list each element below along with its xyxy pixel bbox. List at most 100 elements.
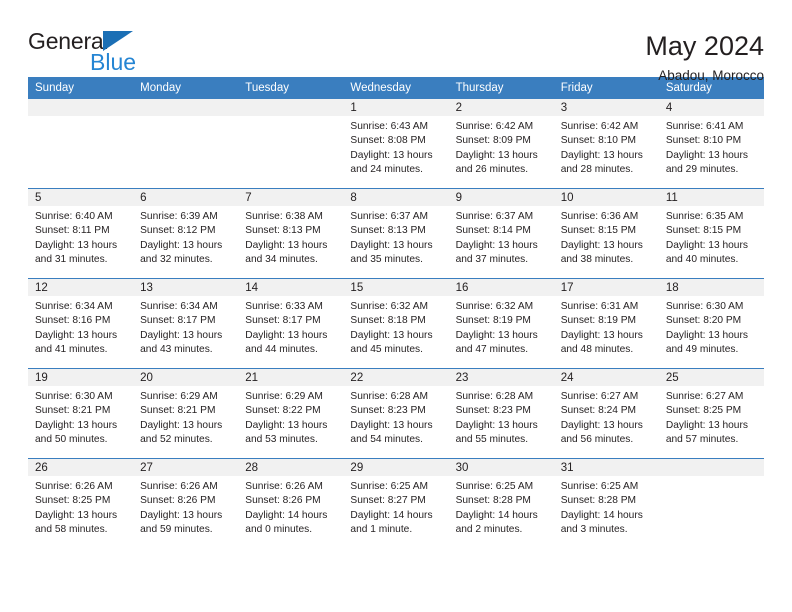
day-number: 29: [343, 459, 449, 476]
calendar-day-cell[interactable]: 29 Sunrise: 6:25 AM Sunset: 8:27 PM Dayligh…: [343, 458, 449, 548]
daylight-text: and 0 minutes.: [245, 524, 313, 536]
day-number: 25: [658, 369, 764, 386]
sunset-text: Sunset: 8:19 PM: [455, 315, 531, 327]
sunset-text: Sunset: 8:25 PM: [35, 495, 111, 507]
daylight-text: and 57 minutes.: [665, 434, 739, 446]
calendar-week-row: 1 Sunrise: 6:43 AM Sunset: 8:08 PM Daylight…: [28, 99, 764, 189]
sunrise-text: Sunrise: 6:29 AM: [140, 391, 218, 402]
daylight-text: Daylight: 13 hours: [665, 329, 748, 341]
weekday-header-monday: Monday: [133, 77, 239, 99]
calendar-day-cell[interactable]: 21 Sunrise: 6:29 AM Sunset: 8:22 PM Dayligh…: [238, 368, 344, 459]
calendar-week-row: 26 Sunrise: 6:26 AM Sunset: 8:25 PM Dayligh…: [28, 458, 764, 548]
calendar-day-cell[interactable]: 18 Sunrise: 6:30 AM Sunset: 8:20 PM Dayligh…: [658, 278, 764, 369]
calendar-day-cell[interactable]: 10 Sunrise: 6:36 AM Sunset: 8:15 PM Dayligh…: [553, 188, 659, 279]
day-number: [28, 99, 134, 116]
daylight-text: Daylight: 13 hours: [245, 419, 328, 431]
calendar-day-cell[interactable]: 11 Sunrise: 6:35 AM Sunset: 8:15 PM Dayligh…: [658, 188, 764, 279]
calendar-day-cell[interactable]: 31 Sunrise: 6:25 AM Sunset: 8:28 PM Dayligh…: [553, 458, 659, 548]
daylight-text: Daylight: 13 hours: [140, 329, 223, 341]
sunrise-text: Sunrise: 6:40 AM: [35, 211, 113, 222]
sunset-text: Sunset: 8:27 PM: [350, 495, 426, 507]
daylight-text: and 58 minutes.: [35, 524, 108, 536]
calendar-day-cell-empty: [28, 99, 134, 189]
sunrise-text: Sunrise: 6:32 AM: [350, 301, 429, 312]
daylight-text: Daylight: 13 hours: [245, 239, 328, 251]
calendar-day-cell[interactable]: 6 Sunrise: 6:39 AM Sunset: 8:12 PM Daylight…: [133, 188, 239, 279]
daylight-text: Daylight: 13 hours: [140, 509, 223, 521]
day-sun-info: Sunrise: 6:32 AM Sunset: 8:19 PM Daylight:…: [449, 296, 554, 358]
calendar-day-cell[interactable]: 3 Sunrise: 6:42 AM Sunset: 8:10 PM Daylight…: [553, 99, 659, 189]
daylight-text: and 41 minutes.: [35, 344, 108, 356]
daylight-text: Daylight: 13 hours: [350, 239, 433, 251]
calendar-day-cell[interactable]: 22 Sunrise: 6:28 AM Sunset: 8:23 PM Dayligh…: [343, 368, 449, 459]
calendar-day-cell[interactable]: 9 Sunrise: 6:37 AM Sunset: 8:14 PM Daylight…: [448, 188, 554, 279]
calendar-day-cell[interactable]: 26 Sunrise: 6:26 AM Sunset: 8:25 PM Dayligh…: [28, 458, 134, 548]
daylight-text: and 32 minutes.: [140, 254, 213, 266]
calendar-day-cell[interactable]: 7 Sunrise: 6:38 AM Sunset: 8:13 PM Daylight…: [238, 188, 344, 279]
daylight-text: Daylight: 13 hours: [560, 329, 643, 341]
sunset-text: Sunset: 8:16 PM: [35, 315, 111, 327]
daylight-text: and 47 minutes.: [455, 344, 529, 356]
day-sun-info: Sunrise: 6:43 AM Sunset: 8:08 PM Daylight:…: [343, 116, 448, 178]
day-sun-info: Sunrise: 6:42 AM Sunset: 8:09 PM Daylight:…: [449, 116, 554, 178]
day-sun-info: Sunrise: 6:25 AM Sunset: 8:28 PM Daylight:…: [554, 476, 659, 538]
calendar-day-cell[interactable]: 27 Sunrise: 6:26 AM Sunset: 8:26 PM Dayligh…: [133, 458, 239, 548]
calendar-day-cell[interactable]: 15 Sunrise: 6:32 AM Sunset: 8:18 PM Dayligh…: [343, 278, 449, 369]
day-number: 2: [448, 99, 554, 116]
day-number: [658, 459, 764, 476]
sunrise-text: Sunrise: 6:36 AM: [560, 211, 639, 222]
calendar-day-cell[interactable]: 20 Sunrise: 6:29 AM Sunset: 8:21 PM Dayligh…: [133, 368, 239, 459]
calendar-day-cell-empty: [133, 99, 239, 189]
calendar-body: 1 Sunrise: 6:43 AM Sunset: 8:08 PM Daylight…: [28, 99, 764, 548]
calendar-day-cell[interactable]: 16 Sunrise: 6:32 AM Sunset: 8:19 PM Dayligh…: [448, 278, 554, 369]
calendar-day-cell[interactable]: 25 Sunrise: 6:27 AM Sunset: 8:25 PM Dayligh…: [658, 368, 764, 459]
calendar-day-cell[interactable]: 28 Sunrise: 6:26 AM Sunset: 8:26 PM Dayligh…: [238, 458, 344, 548]
sunset-text: Sunset: 8:19 PM: [560, 315, 637, 327]
sunrise-text: Sunrise: 6:37 AM: [455, 211, 534, 222]
daylight-text: and 50 minutes.: [35, 434, 108, 446]
daylight-text: and 44 minutes.: [245, 344, 318, 356]
daylight-text: and 34 minutes.: [245, 254, 318, 266]
logo-text-blue: Blue: [90, 49, 137, 75]
day-number: 28: [238, 459, 344, 476]
daylight-text: Daylight: 13 hours: [560, 149, 643, 161]
daylight-text: Daylight: 13 hours: [35, 329, 118, 341]
sunrise-text: Sunrise: 6:34 AM: [35, 301, 113, 312]
daylight-text: and 55 minutes.: [455, 434, 529, 446]
calendar-day-cell[interactable]: 2 Sunrise: 6:42 AM Sunset: 8:09 PM Daylight…: [448, 99, 554, 189]
calendar-day-cell[interactable]: 23 Sunrise: 6:28 AM Sunset: 8:23 PM Dayligh…: [448, 368, 554, 459]
calendar-day-cell[interactable]: 14 Sunrise: 6:33 AM Sunset: 8:17 PM Dayligh…: [238, 278, 344, 369]
daylight-text: Daylight: 13 hours: [455, 329, 538, 341]
calendar-day-cell[interactable]: 17 Sunrise: 6:31 AM Sunset: 8:19 PM Dayligh…: [553, 278, 659, 369]
sunrise-text: Sunrise: 6:34 AM: [140, 301, 218, 312]
sunset-text: Sunset: 8:20 PM: [665, 315, 742, 327]
daylight-text: and 43 minutes.: [140, 344, 213, 356]
calendar-day-cell[interactable]: 4 Sunrise: 6:41 AM Sunset: 8:10 PM Daylight…: [658, 99, 764, 189]
calendar-day-cell[interactable]: 8 Sunrise: 6:37 AM Sunset: 8:13 PM Daylight…: [343, 188, 449, 279]
sunrise-text: Sunrise: 6:26 AM: [245, 481, 323, 492]
sunset-text: Sunset: 8:13 PM: [245, 225, 321, 237]
sunset-text: Sunset: 8:08 PM: [350, 135, 426, 147]
day-sun-info: Sunrise: 6:34 AM Sunset: 8:16 PM Daylight:…: [28, 296, 133, 358]
calendar-day-cell[interactable]: 24 Sunrise: 6:27 AM Sunset: 8:24 PM Dayligh…: [553, 368, 659, 459]
calendar-day-cell[interactable]: 5 Sunrise: 6:40 AM Sunset: 8:11 PM Daylight…: [28, 188, 134, 279]
sunrise-text: Sunrise: 6:29 AM: [245, 391, 323, 402]
daylight-text: and 52 minutes.: [140, 434, 213, 446]
day-sun-info: Sunrise: 6:30 AM Sunset: 8:20 PM Daylight:…: [659, 296, 764, 358]
sunrise-text: Sunrise: 6:42 AM: [455, 121, 534, 132]
calendar-day-cell[interactable]: 19 Sunrise: 6:30 AM Sunset: 8:21 PM Dayligh…: [28, 368, 134, 459]
daylight-text: and 28 minutes.: [560, 164, 634, 176]
sunrise-text: Sunrise: 6:28 AM: [350, 391, 429, 402]
sunrise-text: Sunrise: 6:25 AM: [560, 481, 639, 492]
day-sun-info: Sunrise: 6:26 AM Sunset: 8:26 PM Daylight:…: [133, 476, 238, 538]
calendar-day-cell[interactable]: 1 Sunrise: 6:43 AM Sunset: 8:08 PM Daylight…: [343, 99, 449, 189]
sunset-text: Sunset: 8:13 PM: [350, 225, 426, 237]
day-number: 11: [658, 189, 764, 206]
calendar-week-row: 5 Sunrise: 6:40 AM Sunset: 8:11 PM Daylight…: [28, 188, 764, 279]
calendar-day-cell[interactable]: 30 Sunrise: 6:25 AM Sunset: 8:28 PM Dayligh…: [448, 458, 554, 548]
calendar-day-cell[interactable]: 12 Sunrise: 6:34 AM Sunset: 8:16 PM Dayligh…: [28, 278, 134, 369]
title-block: May 2024 Abadou, Morocco: [645, 30, 764, 84]
calendar-day-cell[interactable]: 13 Sunrise: 6:34 AM Sunset: 8:17 PM Dayligh…: [133, 278, 239, 369]
day-sun-info: Sunrise: 6:31 AM Sunset: 8:19 PM Daylight:…: [554, 296, 659, 358]
day-number: 9: [448, 189, 554, 206]
